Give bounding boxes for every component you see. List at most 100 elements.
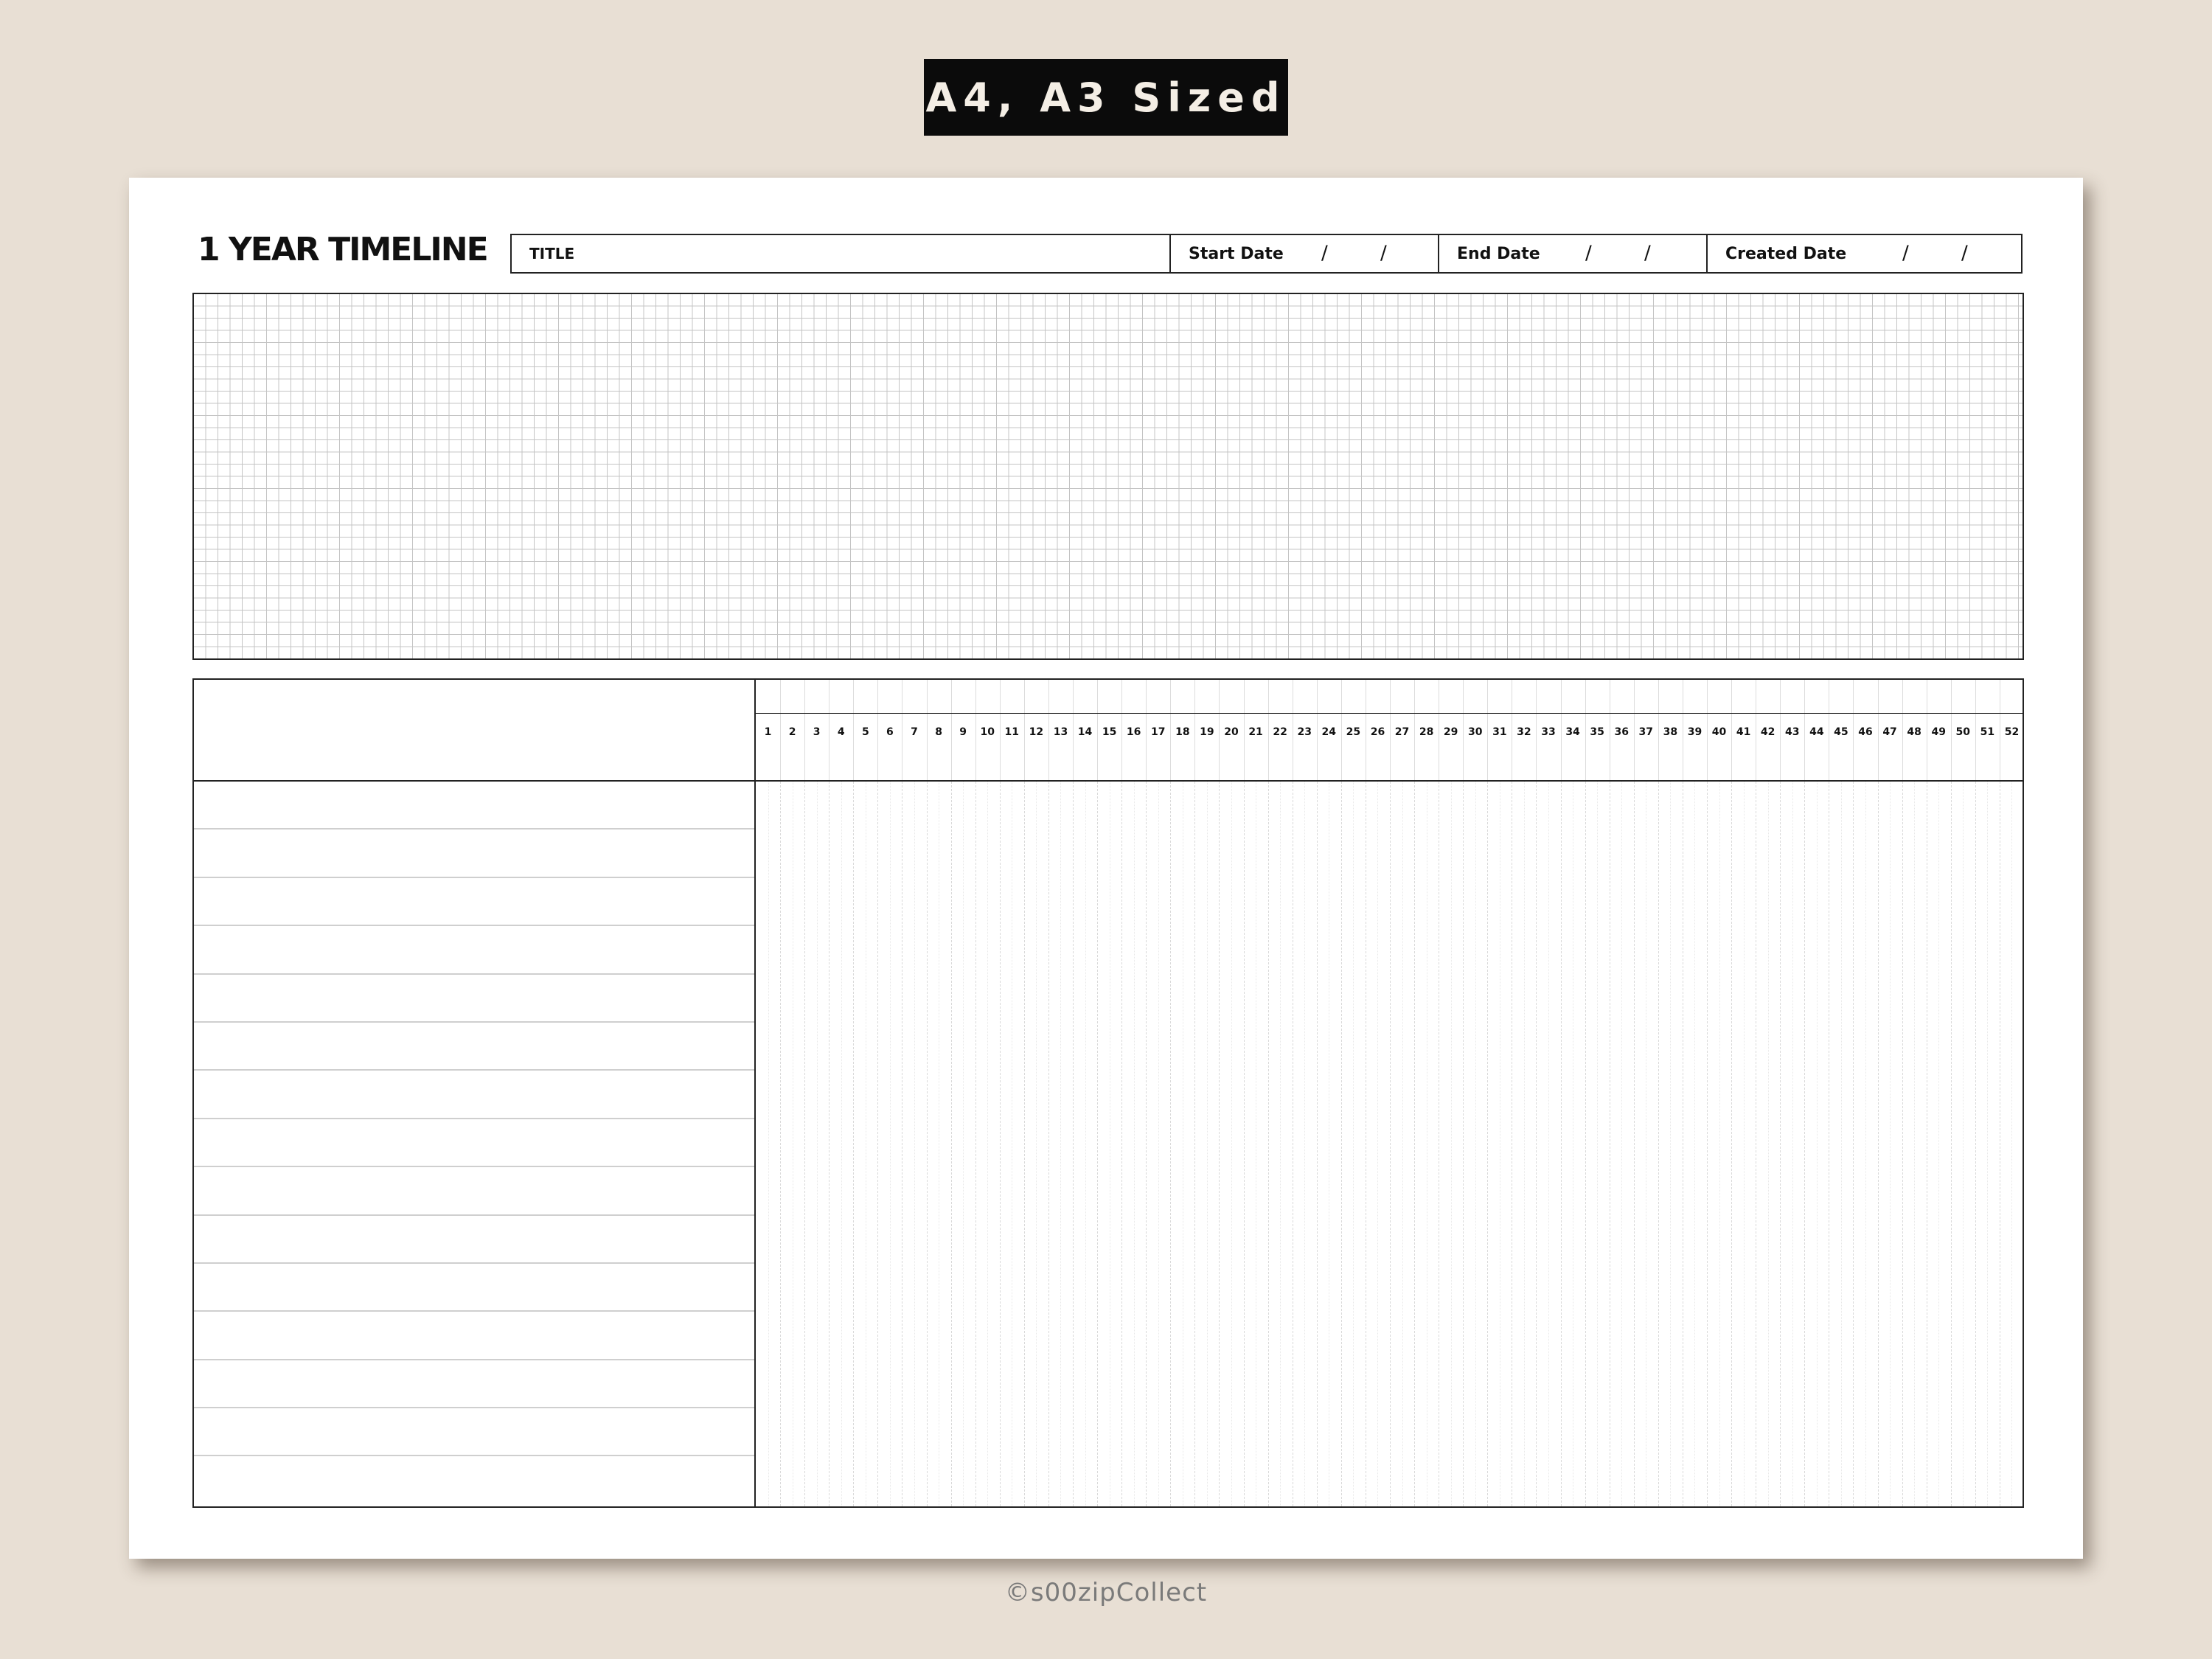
week-subdivision [1085, 782, 1086, 1506]
week-divider [975, 680, 976, 713]
task-row[interactable] [194, 926, 754, 975]
week-divider [829, 714, 830, 780]
week-divider [1560, 714, 1562, 780]
week-divider [1975, 680, 1976, 713]
week-subdivision [1816, 782, 1818, 1506]
task-row[interactable] [194, 1456, 754, 1504]
week-subdivision [987, 782, 989, 1506]
week-label: 19 [1200, 726, 1214, 738]
start-date-field[interactable]: Start Date / / [1169, 235, 1438, 272]
week-gridline [1585, 782, 1586, 1506]
task-row[interactable] [194, 1264, 754, 1312]
week-subdivision [1694, 782, 1696, 1506]
week-label: 48 [1907, 726, 1921, 738]
task-row[interactable] [194, 1408, 754, 1457]
week-gridline [1390, 782, 1391, 1506]
week-divider [975, 714, 976, 780]
week-subdivision [816, 782, 818, 1506]
week-gridline [1121, 782, 1123, 1506]
week-label: 17 [1151, 726, 1166, 738]
week-label: 4 [837, 726, 845, 738]
task-row[interactable] [194, 975, 754, 1023]
week-subdivision [1743, 782, 1745, 1506]
week-label: 11 [1004, 726, 1020, 738]
week-divider [1731, 714, 1733, 780]
week-divider [877, 714, 879, 780]
task-row[interactable] [194, 878, 754, 927]
week-divider [1414, 714, 1416, 780]
week-label: 38 [1663, 726, 1678, 738]
week-divider [1560, 680, 1562, 713]
week-divider [1780, 714, 1781, 780]
week-subdivision [1475, 782, 1476, 1506]
week-label: 3 [813, 726, 821, 738]
week-divider [1316, 714, 1318, 780]
created-date-field[interactable]: Created Date / / [1706, 235, 2021, 272]
task-row[interactable] [194, 1119, 754, 1168]
week-divider [829, 680, 830, 713]
week-divider [1194, 680, 1196, 713]
week-label: 45 [1834, 726, 1848, 738]
task-row[interactable] [194, 1023, 754, 1071]
week-subdivision [1914, 782, 1916, 1506]
week-gridline [1950, 782, 1952, 1506]
created-date-label: Created Date [1725, 244, 1847, 263]
week-label: 41 [1736, 726, 1751, 738]
week-label: 50 [1955, 726, 1971, 738]
week-subdivision [1377, 782, 1379, 1506]
task-row[interactable] [194, 1071, 754, 1119]
week-label: 13 [1053, 726, 1068, 738]
week-subdivision [1890, 782, 1891, 1506]
end-date-field[interactable]: End Date / / [1438, 235, 1706, 272]
week-divider [1585, 680, 1586, 713]
week-label: 51 [1980, 726, 1995, 738]
notes-grid[interactable] [192, 293, 2024, 660]
week-subdivision [914, 782, 915, 1506]
task-row[interactable] [194, 1167, 754, 1216]
week-divider [1536, 680, 1537, 713]
week-divider [1658, 714, 1659, 780]
week-divider [1877, 680, 1879, 713]
week-label: 15 [1102, 726, 1117, 738]
task-row[interactable] [194, 782, 754, 830]
task-row[interactable] [194, 1360, 754, 1409]
week-divider [1243, 714, 1245, 780]
week-label: 49 [1931, 726, 1946, 738]
week-number-row: 1 2 3 4 5 6 7 8 9 10 11 12 13 14 15 16 17 18 19 20 21 22 23 24 2… [756, 714, 2023, 780]
week-divider [1023, 714, 1025, 780]
size-badge: A4, A3 Sized [924, 59, 1288, 136]
date-separator: / [1380, 242, 1387, 265]
week-gridline [829, 782, 830, 1506]
week-label: 42 [1760, 726, 1775, 738]
week-subdivision [1523, 782, 1525, 1506]
week-label: 25 [1346, 726, 1361, 738]
week-divider [1633, 680, 1635, 713]
week-label: 20 [1224, 726, 1239, 738]
week-divider [1194, 714, 1196, 780]
week-divider [1731, 680, 1733, 713]
week-divider [804, 714, 806, 780]
week-subdivision [1353, 782, 1354, 1506]
week-grid[interactable] [756, 782, 2023, 1506]
task-row[interactable] [194, 1312, 754, 1360]
week-subdivision [1158, 782, 1159, 1506]
week-gridline [1853, 782, 1854, 1506]
week-divider [1073, 680, 1074, 713]
title-field[interactable]: TITLE [512, 235, 1169, 272]
week-subdivision [963, 782, 964, 1506]
week-subdivision [768, 782, 769, 1506]
week-gridline [1633, 782, 1635, 1506]
week-subdivision [1792, 782, 1793, 1506]
page-title: 1 YEAR TIMELINE [198, 231, 489, 268]
week-gridline [1804, 782, 1806, 1506]
week-divider [926, 714, 928, 780]
week-divider [1414, 680, 1416, 713]
week-label: 26 [1370, 726, 1385, 738]
week-label: 28 [1419, 726, 1434, 738]
week-gridline [1780, 782, 1781, 1506]
week-divider [950, 714, 952, 780]
task-row[interactable] [194, 830, 754, 878]
task-row[interactable] [194, 1216, 754, 1264]
week-divider [1073, 714, 1074, 780]
week-gridline [1731, 782, 1733, 1506]
